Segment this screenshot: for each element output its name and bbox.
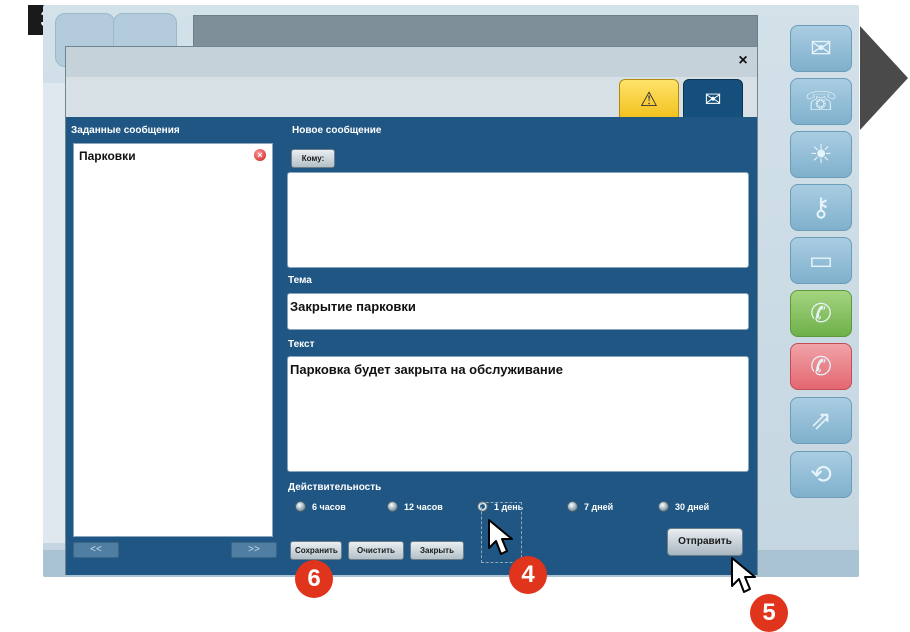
key-side-button[interactable]: ⚷ (790, 184, 852, 231)
recipients-field[interactable] (287, 172, 749, 268)
radio-icon (295, 501, 306, 512)
hangup-call-button[interactable]: ✆ (790, 343, 852, 390)
phone-pickup-icon: ✆ (810, 298, 832, 328)
envelope-icon: ✉ (704, 88, 722, 111)
next-page-button[interactable]: >> (231, 542, 277, 558)
delete-icon[interactable]: × (254, 149, 266, 161)
light-side-button[interactable]: ☀ (790, 131, 852, 178)
light-icon: ☀ (809, 139, 833, 169)
validity-option-12h[interactable]: 12 часов (387, 501, 443, 512)
send-button[interactable]: Отправить (667, 528, 743, 556)
radio-icon (387, 501, 398, 512)
mouse-cursor-icon (488, 519, 513, 555)
envelope-icon: ✉ (810, 33, 832, 63)
close-button[interactable]: Закрыть (410, 541, 464, 560)
clear-button[interactable]: Очистить (348, 541, 404, 560)
callout-badge-6: 6 (295, 560, 333, 598)
key-icon: ⚷ (811, 192, 831, 222)
mouse-cursor-icon (731, 557, 756, 593)
radio-icon (567, 501, 578, 512)
validity-option-7d[interactable]: 7 дней (567, 501, 613, 512)
phone-dial-icon: ☏ (804, 86, 838, 116)
warning-icon: ⚠ (640, 88, 658, 111)
new-message-label: Новое сообщение (292, 125, 382, 136)
accept-call-button[interactable]: ✆ (790, 290, 852, 337)
radio-icon (658, 501, 669, 512)
tab-messages[interactable]: ✉ (683, 79, 743, 119)
next-page-arrow[interactable] (860, 26, 908, 130)
list-item[interactable]: Парковки (79, 149, 136, 163)
phonebook-side-button[interactable]: ☏ (790, 78, 852, 125)
callout-badge-4: 4 (509, 556, 547, 594)
prev-page-button[interactable]: << (73, 542, 119, 558)
subject-field[interactable]: Закрытие парковки (287, 293, 749, 330)
dialog-tab-strip: ⚠ ✉ (66, 77, 757, 119)
validity-option-30d[interactable]: 30 дней (658, 501, 709, 512)
predefined-messages-label: Заданные сообщения (71, 125, 180, 136)
camera-side-button[interactable]: ▭ (790, 237, 852, 284)
background-list-column (43, 83, 67, 543)
phone-hangup-icon: ✆ (810, 351, 832, 381)
transfer-side-button[interactable]: ⇗ (790, 397, 852, 444)
validity-option-6h[interactable]: 6 часов (295, 501, 346, 512)
validity-label: Действительность (288, 482, 382, 493)
dialog-titlebar: × (66, 47, 757, 77)
conference-side-button[interactable]: ⟲ (790, 451, 852, 498)
conference-icon: ⟲ (810, 459, 832, 489)
subject-label: Тема (288, 275, 312, 286)
transfer-icon: ⇗ (810, 405, 832, 435)
to-button[interactable]: Кому: (291, 149, 335, 168)
text-label: Текст (288, 339, 315, 350)
message-text-field[interactable]: Парковка будет закрыта на обслуживание (287, 356, 749, 472)
message-panel: Заданные сообщения Парковки × << >> Ново… (66, 117, 757, 575)
save-button[interactable]: Сохранить (290, 541, 342, 560)
close-icon[interactable]: × (733, 51, 753, 71)
tab-warnings[interactable]: ⚠ (619, 79, 679, 119)
mail-side-button[interactable]: ✉ (790, 25, 852, 72)
camera-icon: ▭ (808, 245, 834, 275)
predefined-messages-list: Парковки × (73, 143, 273, 537)
callout-badge-5: 5 (750, 594, 788, 632)
message-dialog: × ⚠ ✉ Заданные сообщения Парковки × << >… (65, 46, 758, 575)
